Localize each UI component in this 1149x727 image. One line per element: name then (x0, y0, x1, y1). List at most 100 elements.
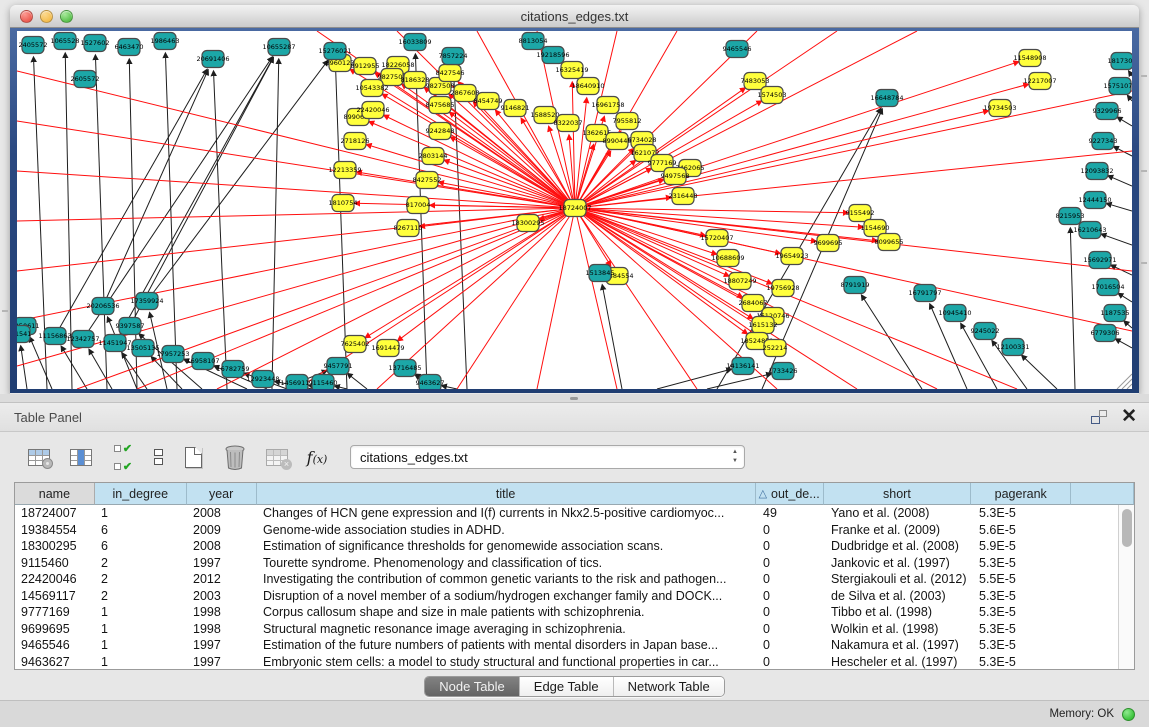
table-cell[interactable]: 0 (757, 555, 825, 572)
table-cell[interactable]: Estimation of the future numbers of pati… (257, 637, 757, 654)
table-row[interactable]: 969969511998Structural magnetic resonanc… (15, 621, 1134, 638)
graph-node[interactable]: 20206536 (86, 298, 119, 315)
graph-node[interactable]: 9397587 (116, 318, 145, 335)
table-cell[interactable]: Disruption of a novel member of a sodium… (257, 588, 757, 605)
table-cell[interactable]: Changes of HCN gene expression and I(f) … (257, 505, 757, 522)
graph-node[interactable]: 9245022 (971, 323, 1000, 340)
table-cell[interactable]: Structural magnetic resonance image aver… (257, 621, 757, 638)
table-cell[interactable]: Embryonic stem cells: a model to study s… (257, 654, 757, 671)
graph-node[interactable]: 16325419 (555, 62, 588, 79)
table-cell[interactable]: 1 (95, 621, 187, 638)
graph-node[interactable]: 6779306 (1091, 325, 1120, 342)
table-cell[interactable]: Tourette syndrome. Phenomenology and cla… (257, 555, 757, 572)
graph-node[interactable]: 16033809 (398, 34, 431, 51)
table-cell[interactable]: Tibbo et al. (1998) (825, 604, 973, 621)
graph-node[interactable]: 2605572 (71, 71, 100, 88)
table-cell[interactable]: 9115460 (15, 555, 95, 572)
graph-node[interactable]: 12217007 (1023, 73, 1056, 90)
table-cell[interactable]: 9777169 (15, 604, 95, 621)
table-cell[interactable]: 1 (95, 637, 187, 654)
graph-node[interactable]: 10945410 (938, 305, 971, 322)
table-cell[interactable]: 0 (757, 588, 825, 605)
table-row[interactable]: 1938455462009Genome-wide association stu… (15, 522, 1134, 539)
column-checklist-button[interactable]: ✔ ✔ (108, 443, 138, 471)
delete-column-button[interactable] (220, 443, 250, 471)
graph-node[interactable]: 2316448 (669, 188, 698, 205)
graph-node[interactable]: 12093832 (1080, 163, 1113, 180)
graph-node[interactable]: 1810754 (329, 195, 358, 212)
table-cell[interactable]: 0 (757, 604, 825, 621)
column-header-title[interactable]: title (257, 483, 756, 505)
graph-node[interactable]: 9227343 (1089, 133, 1118, 150)
graph-node[interactable]: 2803144 (419, 148, 448, 165)
table-row[interactable]: 2242004622012Investigating the contribut… (15, 571, 1134, 588)
table-cell[interactable]: 2 (95, 555, 187, 572)
table-cell[interactable]: 2009 (187, 522, 257, 539)
table-cell[interactable]: 2008 (187, 538, 257, 555)
table-cell[interactable]: 0 (757, 538, 825, 555)
table-cell[interactable]: 1997 (187, 654, 257, 671)
table-cell[interactable]: Jankovic et al. (1997) (825, 555, 973, 572)
graph-node[interactable]: 9329966 (1093, 103, 1122, 120)
column-header-name[interactable]: name (15, 483, 95, 505)
table-cell[interactable]: Franke et al. (2009) (825, 522, 973, 539)
graph-node[interactable]: 391541 (17, 326, 31, 343)
table-cell[interactable]: 5.6E-5 (973, 522, 1073, 539)
graph-node[interactable]: 17016504 (1091, 279, 1124, 296)
float-panel-icon[interactable] (1091, 410, 1107, 424)
graph-node[interactable]: 9465546 (723, 41, 752, 58)
column-header-in_degree[interactable]: in_degree (95, 483, 187, 505)
table-cell[interactable]: 9465546 (15, 637, 95, 654)
graph-node[interactable]: 8475685 (426, 97, 455, 114)
graph-node[interactable]: 7857224 (439, 48, 468, 65)
scrollbar-thumb[interactable] (1122, 509, 1132, 547)
close-window-icon[interactable] (20, 10, 33, 23)
graph-node[interactable]: 19756928 (766, 280, 799, 297)
graph-node[interactable]: 8427552 (413, 172, 442, 189)
table-cell[interactable]: 5.3E-5 (973, 604, 1073, 621)
memory-status-icon[interactable] (1122, 708, 1135, 721)
import-table-button[interactable]: × (262, 443, 292, 471)
table-cell[interactable]: 1 (95, 654, 187, 671)
table-cell[interactable]: 1997 (187, 637, 257, 654)
table-cell[interactable]: 0 (757, 621, 825, 638)
table-cell[interactable]: 19384554 (15, 522, 95, 539)
table-cell[interactable]: 0 (757, 522, 825, 539)
graph-node[interactable]: 1187535 (1101, 305, 1130, 322)
graph-node[interactable]: 6463470 (115, 39, 144, 56)
graph-node[interactable]: 1527602 (81, 35, 110, 52)
graph-node[interactable]: 8791919 (841, 277, 870, 294)
window-titlebar[interactable]: citations_edges.txt (10, 5, 1139, 28)
row-height-button[interactable] (150, 443, 166, 471)
graph-node[interactable]: 16791797 (908, 285, 941, 302)
graph-node[interactable]: 8267110 (394, 220, 423, 237)
graph-node[interactable]: 817004 (406, 197, 431, 214)
tab-network-table[interactable]: Network Table (614, 677, 724, 696)
table-cell[interactable]: de Silva et al. (2003) (825, 588, 973, 605)
zoom-window-icon[interactable] (60, 10, 73, 23)
table-mode-button[interactable] (24, 443, 54, 471)
graph-node[interactable]: 8099655 (875, 234, 904, 251)
table-row[interactable]: 911546021997Tourette syndrome. Phenomeno… (15, 555, 1134, 572)
table-cell[interactable]: 9463627 (15, 654, 95, 671)
graph-node[interactable]: 7625402 (341, 336, 370, 353)
graph-node[interactable]: 12444150 (1078, 192, 1111, 209)
table-cell[interactable]: 18724007 (15, 505, 95, 522)
table-cell[interactable]: 5.3E-5 (973, 621, 1073, 638)
table-cell[interactable]: 5.5E-5 (973, 571, 1073, 588)
graph-node[interactable]: 12923448 (246, 371, 279, 388)
table-cell[interactable]: 18300295 (15, 538, 95, 555)
graph-node[interactable]: 9463627 (416, 375, 445, 390)
table-cell[interactable]: 1998 (187, 604, 257, 621)
table-row[interactable]: 946554611997Estimation of the future num… (15, 637, 1134, 654)
graph-node[interactable]: 7955812 (613, 113, 642, 130)
graph-node[interactable]: 8454749 (474, 93, 503, 110)
table-selector-dropdown[interactable]: citations_edges.txt ▲▼ (350, 445, 745, 469)
tab-edge-table[interactable]: Edge Table (520, 677, 614, 696)
table-cell[interactable]: 0 (757, 637, 825, 654)
graph-node[interactable]: 2405572 (19, 37, 48, 54)
graph-node[interactable]: 9497568 (661, 168, 690, 185)
graph-node[interactable]: 1065528 (51, 33, 80, 50)
graph-node[interactable]: 1615132 (749, 317, 778, 334)
column-header-short[interactable]: short (824, 483, 972, 505)
